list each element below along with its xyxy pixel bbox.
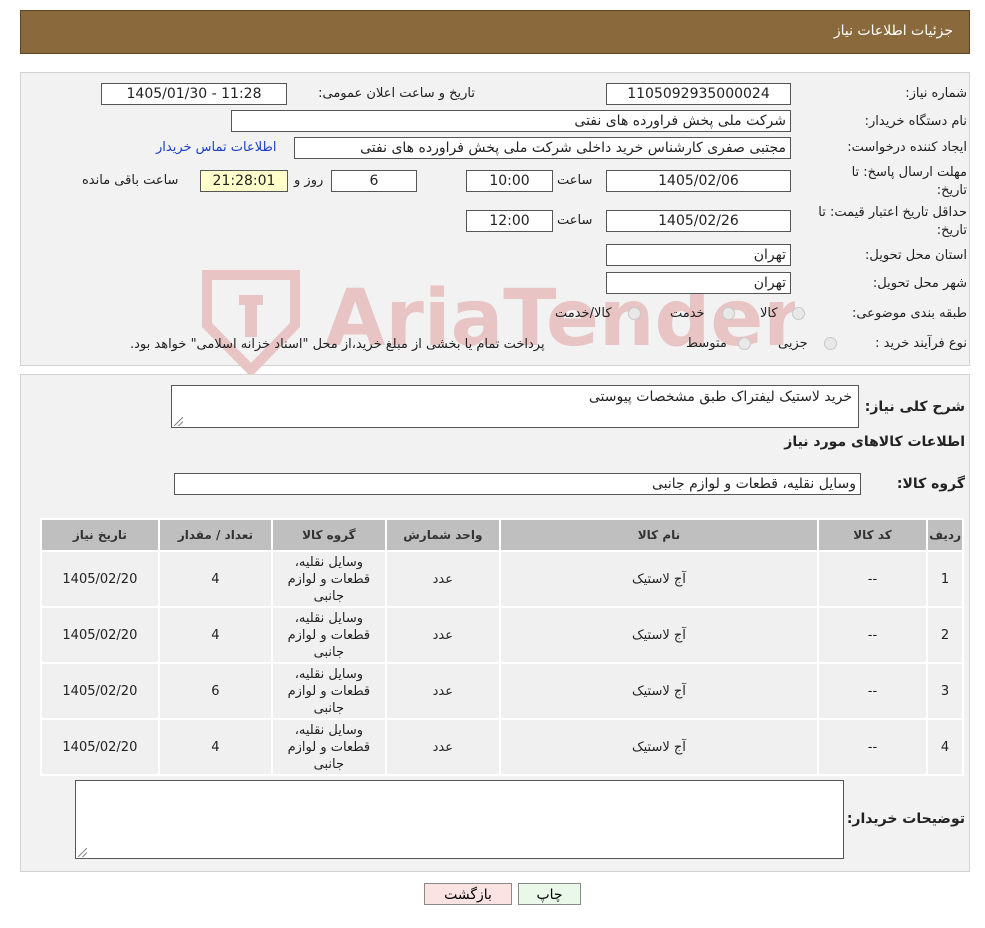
- cell-item-name: آج لاستیک: [499, 606, 819, 664]
- validity-date-field: 1405/02/26: [606, 210, 791, 232]
- days-remaining-field: 6: [331, 170, 417, 192]
- col-unit: واحد شمارش: [384, 518, 502, 552]
- resize-grip-icon[interactable]: [174, 417, 183, 426]
- process-type-label: نوع فرآیند خرید :: [875, 336, 967, 351]
- cell-unit: عدد: [384, 662, 502, 720]
- category-radio-goods-service[interactable]: [628, 307, 641, 320]
- need-description-textarea[interactable]: خرید لاستیک لیفتراک طبق مشخصات پیوستی: [171, 385, 859, 428]
- need-description-text: خرید لاستیک لیفتراک طبق مشخصات پیوستی: [588, 389, 852, 405]
- announce-datetime-field: 1405/01/30 - 11:28: [101, 83, 287, 105]
- cell-unit: عدد: [384, 550, 502, 608]
- validity-label: حداقل تاریخ اعتبار قیمت: تا: [818, 205, 967, 220]
- province-label: استان محل تحویل:: [865, 248, 967, 263]
- buyer-notes-textarea[interactable]: [75, 780, 844, 859]
- cell-row-number: 4: [926, 718, 964, 776]
- cell-unit: عدد: [384, 606, 502, 664]
- resize-grip-icon[interactable]: [78, 848, 87, 857]
- goods-table-header: ردیف کد کالا نام کالا واحد شمارش گروه کا…: [40, 518, 964, 552]
- cell-quantity: 4: [157, 718, 274, 776]
- cell-quantity: 4: [157, 606, 274, 664]
- cell-need-date: 1405/02/20: [40, 718, 160, 776]
- deadline-label: مهلت ارسال پاسخ: تا: [851, 165, 967, 180]
- goods-info-title: اطلاعات کالاهای مورد نیاز: [784, 434, 965, 450]
- page-title: جزئیات اطلاعات نیاز: [833, 23, 953, 39]
- province-field: تهران: [606, 244, 791, 266]
- cell-item-name: آج لاستیک: [499, 662, 819, 720]
- category-option-goods: کالا: [760, 306, 778, 321]
- category-label: طبقه بندی موضوعی:: [851, 306, 967, 321]
- category-option-service: خدمت: [670, 306, 705, 321]
- remaining-label: ساعت باقی مانده: [82, 173, 179, 188]
- col-item-name: نام کالا: [499, 518, 819, 552]
- deadline-time-field: 10:00: [466, 170, 553, 192]
- cell-unit: عدد: [384, 718, 502, 776]
- process-option-minor: جزیی: [778, 336, 808, 351]
- validity-time-field: 12:00: [466, 210, 553, 232]
- goods-table: ردیف کد کالا نام کالا واحد شمارش گروه کا…: [40, 518, 964, 776]
- table-row: 4 -- آج لاستیک عدد وسایل نقلیه، قطعات و …: [40, 718, 964, 776]
- remaining-time-field: 21:28:01: [200, 170, 288, 192]
- buyer-org-label: نام دستگاه خریدار:: [864, 114, 967, 129]
- deadline-time-label: ساعت: [557, 173, 593, 188]
- goods-group-field: وسایل نقلیه، قطعات و لوازم جانبی: [174, 473, 861, 495]
- cell-item-code: --: [816, 606, 929, 664]
- city-label: شهر محل تحویل:: [872, 276, 967, 291]
- process-option-medium: متوسط: [686, 336, 727, 351]
- table-row: 1 -- آج لاستیک عدد وسایل نقلیه، قطعات و …: [40, 550, 964, 608]
- buyer-notes-label: توضیحات خریدار:: [846, 811, 965, 827]
- cell-need-date: 1405/02/20: [40, 606, 160, 664]
- announce-label: تاریخ و ساعت اعلان عمومی:: [318, 86, 475, 101]
- validity-label-date: تاریخ:: [936, 223, 967, 238]
- table-row: 3 -- آج لاستیک عدد وسایل نقلیه، قطعات و …: [40, 662, 964, 720]
- cell-item-code: --: [816, 718, 929, 776]
- cell-row-number: 2: [926, 606, 964, 664]
- cell-goods-group: وسایل نقلیه، قطعات و لوازم جانبی: [271, 606, 387, 664]
- col-need-date: تاریخ نیاز: [40, 518, 160, 552]
- process-radio-medium[interactable]: [738, 337, 751, 350]
- print-button[interactable]: چاپ: [518, 883, 581, 905]
- cell-item-name: آج لاستیک: [499, 550, 819, 608]
- col-row-number: ردیف: [926, 518, 964, 552]
- cell-goods-group: وسایل نقلیه، قطعات و لوازم جانبی: [271, 718, 387, 776]
- cell-item-name: آج لاستیک: [499, 718, 819, 776]
- city-field: تهران: [606, 272, 791, 294]
- buyer-org-field: شرکت ملی پخش فراورده های نفتی: [231, 110, 791, 132]
- cell-row-number: 3: [926, 662, 964, 720]
- cell-need-date: 1405/02/20: [40, 662, 160, 720]
- cell-quantity: 6: [157, 662, 274, 720]
- cell-row-number: 1: [926, 550, 964, 608]
- goods-group-label: گروه کالا:: [896, 476, 965, 492]
- col-quantity: تعداد / مقدار: [157, 518, 274, 552]
- back-button[interactable]: بازگشت: [424, 883, 512, 905]
- validity-time-label: ساعت: [557, 213, 593, 228]
- requester-field: مجتبی صفری کارشناس خرید داخلی شرکت ملی پ…: [294, 137, 791, 159]
- category-radio-service[interactable]: [722, 307, 735, 320]
- cell-goods-group: وسایل نقلیه، قطعات و لوازم جانبی: [271, 662, 387, 720]
- buyer-contact-link[interactable]: اطلاعات تماس خریدار: [156, 140, 276, 155]
- table-row: 2 -- آج لاستیک عدد وسایل نقلیه، قطعات و …: [40, 606, 964, 664]
- requester-label: ایجاد کننده درخواست:: [847, 140, 967, 155]
- deadline-label-date: تاریخ:: [936, 183, 967, 198]
- need-description-label: شرح کلی نیاز:: [864, 399, 965, 415]
- cell-goods-group: وسایل نقلیه، قطعات و لوازم جانبی: [271, 550, 387, 608]
- cell-need-date: 1405/02/20: [40, 550, 160, 608]
- col-item-code: کد کالا: [816, 518, 929, 552]
- category-option-goods-service: کالا/خدمت: [555, 306, 612, 321]
- process-note: پرداخت تمام یا بخشی از مبلغ خرید،از محل …: [130, 337, 545, 352]
- category-radio-goods[interactable]: [792, 307, 805, 320]
- cell-quantity: 4: [157, 550, 274, 608]
- days-label: روز و: [294, 173, 324, 188]
- page-header: جزئیات اطلاعات نیاز: [20, 10, 970, 54]
- deadline-date-field: 1405/02/06: [606, 170, 791, 192]
- need-number-field: 1105092935000024: [606, 83, 791, 105]
- need-number-label: شماره نیاز:: [905, 86, 967, 101]
- cell-item-code: --: [816, 662, 929, 720]
- col-goods-group: گروه کالا: [271, 518, 387, 552]
- cell-item-code: --: [816, 550, 929, 608]
- process-radio-minor[interactable]: [824, 337, 837, 350]
